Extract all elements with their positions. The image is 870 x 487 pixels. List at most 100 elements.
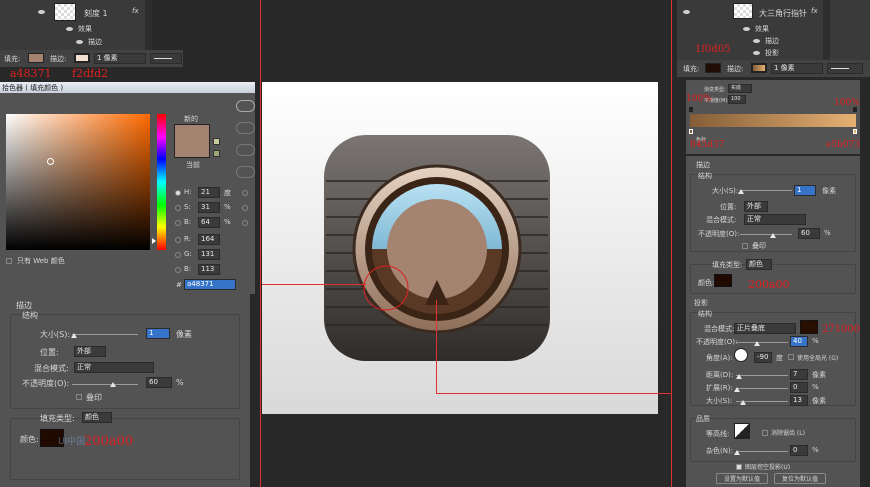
radio-l[interactable] xyxy=(242,190,248,196)
add-swatch-button[interactable] xyxy=(236,144,255,156)
stroke-size-select[interactable]: 1 像素 xyxy=(94,53,146,64)
hue-slider[interactable] xyxy=(157,114,166,250)
angle-input[interactable]: -90 xyxy=(754,352,772,363)
gamut-warning-icon[interactable] xyxy=(213,138,220,145)
fx-icon[interactable]: fx xyxy=(132,7,139,15)
gradient-type-select[interactable]: 实底 xyxy=(728,84,752,93)
layer-thumbnail[interactable] xyxy=(54,3,76,21)
cancel-button[interactable] xyxy=(236,122,255,134)
noise-thumb[interactable] xyxy=(734,450,740,455)
noise-input[interactable]: 0 xyxy=(790,445,808,456)
picker-radio-2[interactable] xyxy=(175,220,181,226)
right-blend-select[interactable]: 正常 xyxy=(744,214,806,225)
color-libraries-button[interactable] xyxy=(236,166,255,178)
shadow-size-input[interactable]: 13 xyxy=(790,395,808,406)
radio-b[interactable] xyxy=(242,220,248,226)
hue-slider-handle[interactable] xyxy=(152,238,156,244)
picker-radio-5[interactable] xyxy=(175,267,181,273)
right-stroke-eye-icon[interactable] xyxy=(753,39,760,43)
reset-default-button[interactable]: 复位为默认值 xyxy=(774,473,826,484)
right-stroke-type-select[interactable] xyxy=(827,63,863,74)
web-only-checkbox[interactable] xyxy=(6,258,12,264)
distance-thumb[interactable] xyxy=(736,374,742,379)
right-opacity-input[interactable]: 60 xyxy=(798,228,820,239)
spread-thumb[interactable] xyxy=(734,387,740,392)
right-fill-type-select[interactable]: 颜色 xyxy=(746,259,772,270)
global-light-checkbox[interactable] xyxy=(788,354,794,360)
opacity-input[interactable]: 60 xyxy=(146,377,172,388)
fill-swatch[interactable] xyxy=(28,53,44,63)
layer-name[interactable]: 刻度 1 xyxy=(84,8,108,19)
picker-field-input[interactable]: 113 xyxy=(198,264,220,275)
right-visibility-eye-icon[interactable] xyxy=(683,10,690,14)
fill-type-select[interactable]: 颜色 xyxy=(82,412,112,423)
antialias-checkbox[interactable] xyxy=(762,430,768,436)
smoothness-input[interactable]: 100 xyxy=(728,95,746,104)
picker-field-input[interactable]: 131 xyxy=(198,249,220,260)
saturation-brightness-field[interactable] xyxy=(6,114,150,250)
right-overprint-checkbox[interactable] xyxy=(742,243,748,249)
hex-input[interactable]: a48371 xyxy=(184,279,236,290)
spread-input[interactable]: 0 xyxy=(790,382,808,393)
right-size-slider[interactable] xyxy=(740,190,792,191)
picker-radio-1[interactable] xyxy=(175,205,181,211)
layer-scrollbar[interactable] xyxy=(145,0,152,50)
opacity-slider-thumb[interactable] xyxy=(110,382,116,387)
gradient-bar[interactable] xyxy=(690,114,856,127)
angle-dial[interactable] xyxy=(734,348,748,362)
right-opacity-thumb[interactable] xyxy=(770,233,776,238)
right-fx-icon[interactable]: fx xyxy=(811,7,818,15)
effects-eye-icon[interactable] xyxy=(66,27,73,31)
picker-field-input[interactable]: 31 xyxy=(198,202,220,213)
shadow-color-swatch[interactable] xyxy=(800,320,818,334)
stroke-eye-icon[interactable] xyxy=(76,40,83,44)
picker-radio-4[interactable] xyxy=(175,252,181,258)
stroke-swatch[interactable] xyxy=(74,53,90,63)
right-pos-select[interactable]: 外部 xyxy=(744,201,768,212)
radio-a[interactable] xyxy=(242,205,248,211)
stroke-type-select[interactable] xyxy=(150,53,182,64)
size-input[interactable]: 1 xyxy=(146,328,170,339)
distance-slider[interactable] xyxy=(736,375,788,376)
visibility-eye-icon[interactable] xyxy=(38,10,45,14)
blend-select[interactable]: 正常 xyxy=(74,362,154,373)
picker-field-input[interactable]: 21 xyxy=(198,187,220,198)
right-layer-name[interactable]: 大三角行指针 xyxy=(759,8,807,19)
noise-slider[interactable] xyxy=(736,451,788,452)
size-slider-thumb[interactable] xyxy=(71,333,77,338)
right-size-thumb[interactable] xyxy=(738,189,744,194)
right-shadow-eye-icon[interactable] xyxy=(753,51,760,55)
right-layer-thumbnail[interactable] xyxy=(733,3,753,19)
picker-radio-0[interactable] xyxy=(175,190,181,196)
color-pick-marker[interactable] xyxy=(47,158,54,165)
picker-radio-3[interactable] xyxy=(175,237,181,243)
shadow-opacity-input[interactable]: 40 xyxy=(790,336,808,347)
size-slider[interactable] xyxy=(72,334,138,335)
distance-input[interactable]: 7 xyxy=(790,369,808,380)
color-stop-left[interactable] xyxy=(689,129,693,134)
shadow-blend-select[interactable]: 正片叠底 xyxy=(734,323,796,334)
shadow-opacity-slider[interactable] xyxy=(736,342,788,343)
opacity-stop-left[interactable] xyxy=(689,107,693,112)
picker-field-input[interactable]: 164 xyxy=(198,234,220,245)
set-default-button[interactable]: 设置为默认值 xyxy=(716,473,768,484)
websafe-cube-icon[interactable] xyxy=(213,150,220,157)
ok-button[interactable] xyxy=(236,100,255,112)
right-stroke-size-select[interactable]: 1 像素 xyxy=(771,63,823,74)
shadow-opacity-thumb[interactable] xyxy=(754,341,760,346)
shadow-size-thumb[interactable] xyxy=(740,400,746,405)
knockout-checkbox[interactable] xyxy=(736,464,742,470)
opacity-slider[interactable] xyxy=(72,384,138,385)
contour-picker[interactable] xyxy=(734,423,750,439)
overprint-checkbox[interactable] xyxy=(76,394,82,400)
right-size-input[interactable]: 1 xyxy=(794,185,816,196)
spread-slider[interactable] xyxy=(736,388,788,389)
right-layer-scrollbar[interactable] xyxy=(823,0,830,60)
right-stroke-color-swatch[interactable] xyxy=(714,274,732,287)
right-opacity-slider[interactable] xyxy=(740,234,792,235)
position-select[interactable]: 外部 xyxy=(74,346,106,357)
picker-field-input[interactable]: 64 xyxy=(198,217,220,228)
right-effects-eye-icon[interactable] xyxy=(743,27,750,31)
right-fill-swatch[interactable] xyxy=(705,63,721,73)
right-stroke-swatch[interactable] xyxy=(751,63,767,73)
